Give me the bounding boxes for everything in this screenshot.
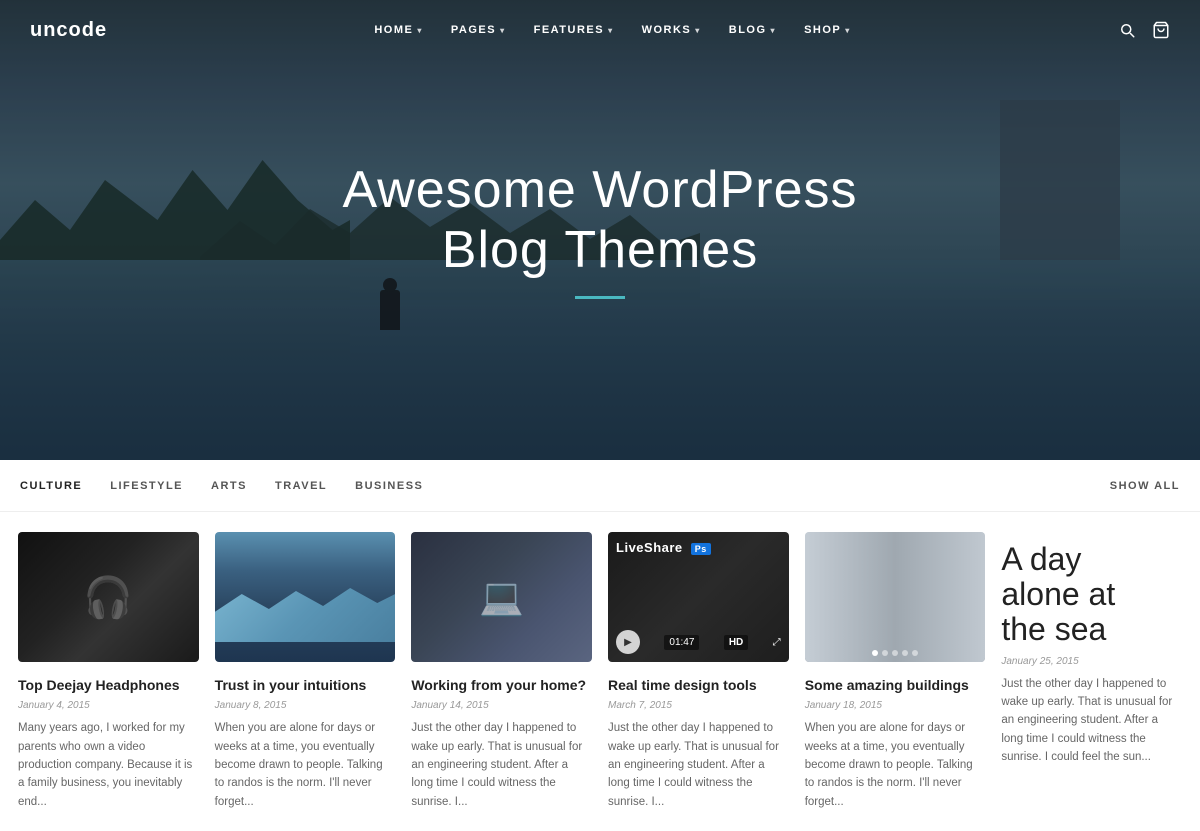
card4-excerpt: Just the other day I happened to wake up… <box>608 719 789 811</box>
card1-excerpt: Many years ago, I worked for my parents … <box>18 719 199 811</box>
card3-date: January 14, 2015 <box>411 700 592 711</box>
dot-5 <box>912 650 918 656</box>
navbar: uncode HOME ▾ PAGES ▾ FEATURES ▾ WORKS ▾… <box>0 0 1200 60</box>
show-all-button[interactable]: SHOW ALL <box>1110 480 1180 492</box>
dot-3 <box>892 650 898 656</box>
chevron-down-icon: ▾ <box>845 26 851 35</box>
tab-lifestyle[interactable]: LIFESTYLE <box>110 476 183 496</box>
card2-date: January 8, 2015 <box>215 700 396 711</box>
card6-date: January 25, 2015 <box>1001 656 1182 667</box>
play-button[interactable]: ▶ <box>616 630 640 654</box>
dot-1 <box>872 650 878 656</box>
card2-excerpt: When you are alone for days or weeks at … <box>215 719 396 811</box>
cart-icon[interactable] <box>1152 21 1170 39</box>
card3-image <box>411 532 592 662</box>
chevron-down-icon: ▾ <box>417 26 423 35</box>
card2-title[interactable]: Trust in your intuitions <box>215 676 396 694</box>
hero-title: Awesome WordPress Blog Themes <box>342 161 857 281</box>
nav-home[interactable]: HOME ▾ <box>374 24 423 36</box>
hero-content: Awesome WordPress Blog Themes <box>342 161 857 300</box>
chevron-down-icon: ▾ <box>771 26 777 35</box>
blog-card-1: Top Deejay Headphones January 4, 2015 Ma… <box>18 532 199 811</box>
card3-title[interactable]: Working from your home? <box>411 676 592 694</box>
nav-features[interactable]: FEATURES ▾ <box>534 24 614 36</box>
card4-image: LiveShare Ps ▶ 01:47 HD ⤢ <box>608 532 789 662</box>
card5-image <box>805 532 986 662</box>
card5-title[interactable]: Some amazing buildings <box>805 676 986 694</box>
blog-card-4: LiveShare Ps ▶ 01:47 HD ⤢ Real time desi… <box>608 532 789 811</box>
video-title-bar: LiveShare Ps <box>616 540 781 555</box>
card2-image <box>215 532 396 662</box>
filter-tabs: CULTURE LIFESTYLE ARTS TRAVEL BUSINESS <box>20 476 423 496</box>
blog-card-3: Working from your home? January 14, 2015… <box>411 532 592 811</box>
nav-works[interactable]: WORKS ▾ <box>642 24 701 36</box>
logo[interactable]: uncode <box>30 19 107 42</box>
hero-divider <box>575 296 625 299</box>
video-app-badge: Ps <box>691 543 711 555</box>
hero-section: Awesome WordPress Blog Themes <box>0 0 1200 460</box>
filter-bar: CULTURE LIFESTYLE ARTS TRAVEL BUSINESS S… <box>0 460 1200 512</box>
tab-business[interactable]: BUSINESS <box>355 476 423 496</box>
card3-excerpt: Just the other day I happened to wake up… <box>411 719 592 811</box>
video-controls: ▶ 01:47 HD ⤢ <box>616 630 781 654</box>
card4-title[interactable]: Real time design tools <box>608 676 789 694</box>
video-time: 01:47 <box>664 635 699 650</box>
image-dots <box>872 650 918 656</box>
card5-date: January 18, 2015 <box>805 700 986 711</box>
blog-card-6: A day alone at the sea January 25, 2015 … <box>1001 532 1182 811</box>
search-icon[interactable] <box>1118 21 1136 39</box>
blog-card-2: Trust in your intuitions January 8, 2015… <box>215 532 396 811</box>
navbar-icons <box>1118 21 1170 39</box>
blog-grid: Top Deejay Headphones January 4, 2015 Ma… <box>0 512 1200 831</box>
tab-arts[interactable]: ARTS <box>211 476 247 496</box>
nav-pages[interactable]: PAGES ▾ <box>451 24 506 36</box>
card1-date: January 4, 2015 <box>18 700 199 711</box>
chevron-down-icon: ▾ <box>695 26 701 35</box>
hd-badge: HD <box>724 635 748 650</box>
dot-2 <box>882 650 888 656</box>
tab-culture[interactable]: CULTURE <box>20 476 82 496</box>
nav-shop[interactable]: SHOP ▾ <box>804 24 851 36</box>
blog-card-5: Some amazing buildings January 18, 2015 … <box>805 532 986 811</box>
card1-image <box>18 532 199 662</box>
card6-excerpt: Just the other day I happened to wake up… <box>1001 675 1182 767</box>
card5-excerpt: When you are alone for days or weeks at … <box>805 719 986 811</box>
chevron-down-icon: ▾ <box>608 26 614 35</box>
chevron-down-icon: ▾ <box>500 26 506 35</box>
card1-title[interactable]: Top Deejay Headphones <box>18 676 199 694</box>
fullscreen-icon[interactable]: ⤢ <box>773 637 781 648</box>
nav-blog[interactable]: BLOG ▾ <box>729 24 776 36</box>
card4-date: March 7, 2015 <box>608 700 789 711</box>
dot-4 <box>902 650 908 656</box>
tab-travel[interactable]: TRAVEL <box>275 476 327 496</box>
nav-menu: HOME ▾ PAGES ▾ FEATURES ▾ WORKS ▾ BLOG ▾… <box>374 24 850 36</box>
card6-big-title[interactable]: A day alone at the sea <box>1001 542 1182 648</box>
video-overlay: LiveShare Ps ▶ 01:47 HD ⤢ <box>608 532 789 662</box>
